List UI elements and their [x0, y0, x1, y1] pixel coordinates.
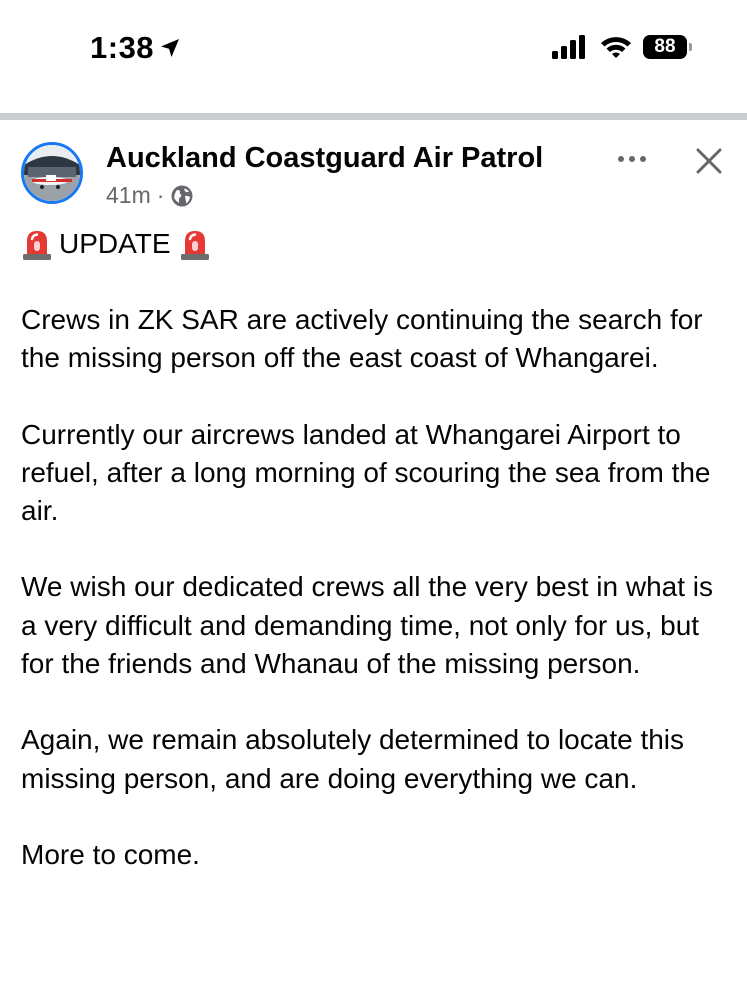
- close-icon: [696, 148, 722, 174]
- hangar-aircraft-image: [24, 145, 80, 201]
- police-siren-emoji-icon: [23, 231, 51, 260]
- page-avatar[interactable]: [21, 142, 83, 204]
- update-heading: UPDATE: [21, 225, 731, 263]
- status-indicators: 88: [551, 34, 692, 60]
- feed-divider: [0, 113, 747, 120]
- post-time[interactable]: 41m: [106, 182, 151, 209]
- update-label: UPDATE: [59, 227, 171, 259]
- police-siren-emoji-icon: [180, 231, 209, 260]
- post-paragraph: Currently our aircrews landed at Whangar…: [21, 418, 711, 527]
- location-arrow-icon: [161, 39, 180, 57]
- post-meta: 41m ·: [106, 182, 194, 209]
- page-name[interactable]: Auckland Coastguard Air Patrol: [106, 142, 543, 175]
- battery-cap: [689, 43, 692, 51]
- battery-icon: 88: [643, 35, 692, 59]
- meta-separator: ·: [156, 182, 165, 208]
- battery-level: 88: [654, 36, 676, 57]
- close-post-button[interactable]: [690, 142, 728, 180]
- wifi-icon: [601, 37, 631, 58]
- post-paragraph: Crews in ZK SAR are actively continuing …: [21, 304, 703, 374]
- cellular-signal-icon: [552, 35, 585, 59]
- post-paragraph: More to come.: [21, 838, 200, 870]
- post-body: UPDATE Crews in ZK SAR are actively cont…: [21, 225, 731, 874]
- status-time: 1:38: [90, 30, 155, 65]
- status-bar: 1:38 88: [0, 0, 747, 100]
- post-paragraph: We wish our dedicated crews all the very…: [21, 571, 714, 680]
- post-paragraph: Again, we remain absolutely determined t…: [21, 724, 685, 794]
- clock-area: 1:38: [90, 30, 182, 66]
- more-options-icon: [618, 156, 646, 162]
- more-options-button[interactable]: [612, 144, 652, 174]
- post-header: Auckland Coastguard Air Patrol 41m ·: [0, 120, 747, 220]
- globe-icon: [171, 185, 193, 206]
